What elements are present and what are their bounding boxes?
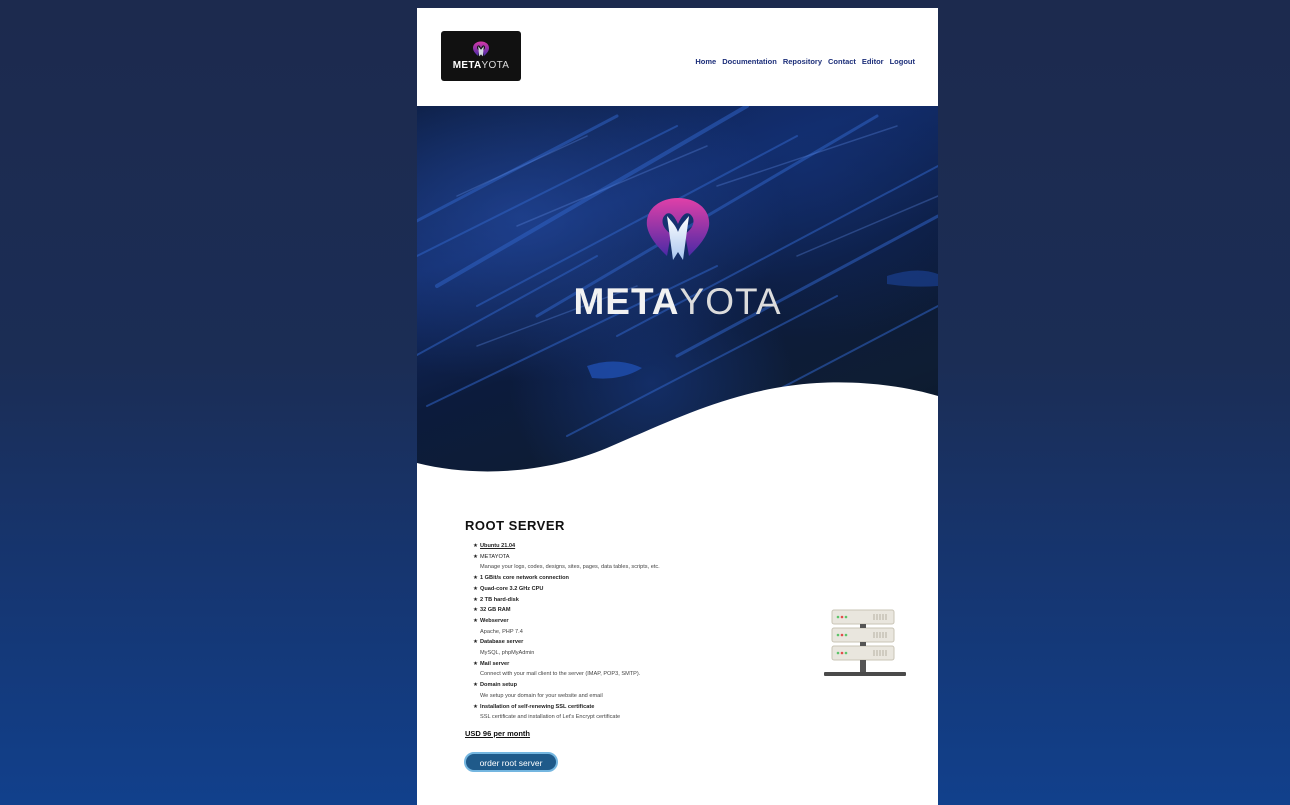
hero-wave-divider — [417, 382, 938, 488]
feature-detail-text: Manage your logs, codes, designs, sites,… — [480, 564, 660, 571]
star-icon: ★ — [473, 703, 479, 710]
feature-text: Webserver — [480, 617, 509, 624]
nav-repository[interactable]: Repository — [783, 57, 822, 66]
hero-title: METAYOTA — [417, 281, 938, 323]
feature-detail-text: MySQL, phpMyAdmin — [480, 650, 535, 657]
logo-text-bold: META — [452, 60, 482, 71]
metayota-logo-icon — [472, 41, 490, 57]
feature-item: ★ Installation of self-renewing SSL certi… — [473, 702, 905, 713]
price-row: USD 96 per month — [465, 723, 905, 741]
feature-text: 2 TB hard-disk — [480, 596, 519, 603]
feature-text: 1 GBit/s core network connection — [480, 575, 569, 582]
nav-home[interactable]: Home — [695, 57, 716, 66]
feature-detail-text: We setup your domain for your website an… — [480, 692, 603, 699]
site-logo[interactable]: METAYOTA — [441, 31, 521, 81]
feature-item: We setup your domain for your website an… — [473, 691, 905, 702]
feature-text: METAYOTA — [480, 553, 510, 560]
order-root-server-button[interactable]: order root server — [464, 752, 558, 772]
feature-link[interactable]: Ubuntu 21.04 — [480, 543, 515, 549]
star-icon: ★ — [473, 553, 479, 560]
page: METAYOTA Home Documentation Repository C… — [417, 8, 938, 805]
feature-item: ★ Quad-core 3.2 GHz CPU — [473, 584, 905, 595]
star-icon: ★ — [473, 660, 479, 667]
feature-text: Domain setup — [480, 682, 518, 689]
logo-text-light: YOTA — [481, 60, 510, 71]
feature-item: ★ 1 GBit/s core network connection — [473, 573, 905, 584]
star-icon: ★ — [473, 543, 479, 549]
star-icon: ★ — [473, 575, 479, 582]
feature-item: SSL certificate and installation of Let'… — [473, 712, 905, 723]
site-header: METAYOTA Home Documentation Repository C… — [417, 8, 938, 106]
feature-text: Database server — [480, 639, 524, 646]
feature-item: ★ METAYOTA — [473, 552, 905, 563]
feature-text: Quad-core 3.2 GHz CPU — [480, 585, 544, 592]
price-label: USD 96 per month — [465, 728, 531, 738]
feature-item: ★ 2 TB hard-disk — [473, 595, 905, 606]
star-icon: ★ — [473, 596, 479, 603]
feature-detail-text: Connect with your mail client to the ser… — [480, 671, 641, 678]
section-title: ROOT SERVER — [465, 518, 565, 533]
star-icon: ★ — [473, 617, 479, 624]
star-icon: ★ — [473, 585, 479, 592]
feature-detail-text: Apache, PHP 7.4 — [480, 628, 523, 635]
feature-detail-text: SSL certificate and installation of Let'… — [480, 714, 621, 721]
star-icon: ★ — [473, 607, 479, 614]
hero-title-bold: META — [573, 281, 680, 322]
feature-text: Installation of self-renewing SSL certif… — [480, 703, 595, 710]
nav-logout[interactable]: Logout — [890, 57, 915, 66]
main-nav: Home Documentation Repository Contact Ed… — [695, 57, 915, 66]
metayota-hero-logo-icon — [646, 198, 710, 260]
server-rack-icon — [824, 609, 906, 676]
feature-item: ★ Ubuntu 21.04 — [473, 541, 905, 552]
nav-documentation[interactable]: Documentation — [722, 57, 777, 66]
hero-title-light: YOTA — [679, 281, 782, 322]
feature-item: Manage your logs, codes, designs, sites,… — [473, 562, 905, 573]
star-icon: ★ — [473, 682, 479, 689]
nav-contact[interactable]: Contact — [828, 57, 856, 66]
feature-text: Mail server — [480, 660, 510, 667]
star-icon: ★ — [473, 639, 479, 646]
logo-wordmark: METAYOTA — [453, 60, 509, 71]
nav-editor[interactable]: Editor — [862, 57, 884, 66]
feature-text: 32 GB RAM — [480, 607, 511, 614]
